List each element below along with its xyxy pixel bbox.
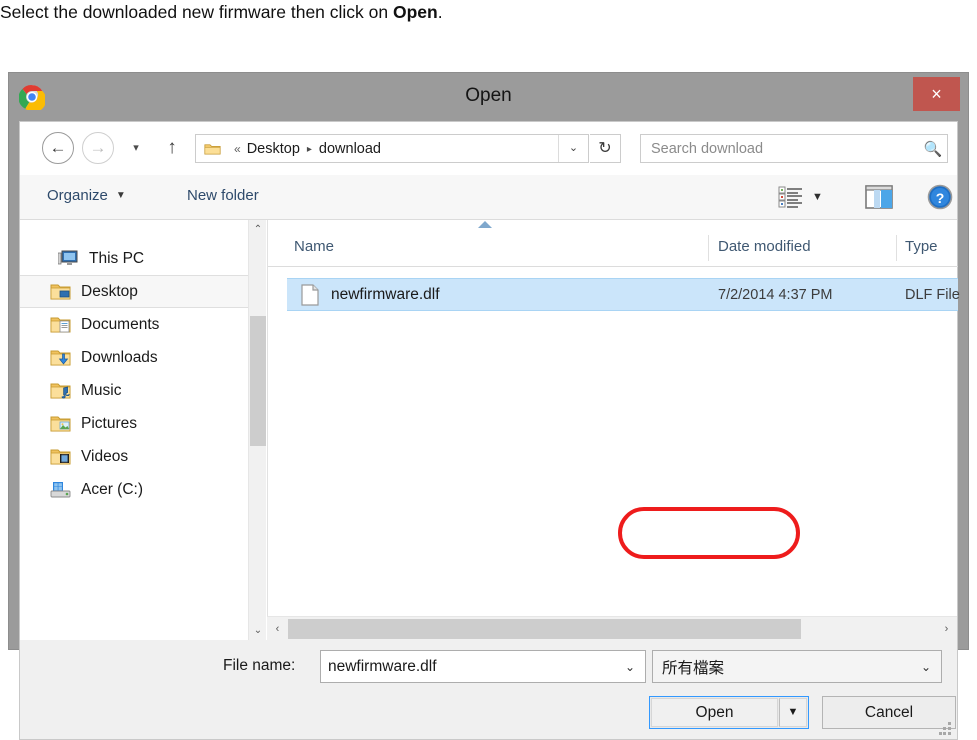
sidebar-item-music[interactable]: Music: [20, 374, 248, 407]
file-name-combobox[interactable]: ⌄: [320, 650, 646, 683]
column-header-type[interactable]: Type: [905, 238, 938, 255]
file-type-chevron-down-icon: ⌄: [920, 659, 932, 674]
caption-text-bold: Open: [393, 2, 438, 22]
sort-ascending-icon: [478, 221, 492, 228]
file-name-chevron-down-icon[interactable]: ⌄: [615, 660, 645, 674]
breadcrumb-separator-icon: ▸: [306, 143, 312, 155]
column-header-row: Name Date modified Type: [268, 221, 958, 267]
close-button[interactable]: ×: [913, 77, 960, 111]
sidebar-item-label: Acer (C:): [81, 480, 143, 498]
file-type-combobox[interactable]: 所有檔案 ⌄: [652, 650, 942, 683]
sidebar-item-label: Downloads: [81, 348, 158, 366]
address-dropdown-chevron-down-icon[interactable]: ⌄: [558, 135, 588, 162]
breadcrumb-item-download[interactable]: download: [319, 141, 381, 157]
sidebar-item-list: This PC Desktop Documents Downloads Music Pic…: [20, 242, 248, 506]
horizontal-scroll-thumb[interactable]: [288, 619, 801, 639]
dialog-client-area: ← → ▾ ↑ « Desktop ▸ download ⌄ ↻ 🔍 Organize…: [19, 121, 960, 641]
folder-pictures-icon: [50, 416, 71, 432]
sidebar-item-this-pc[interactable]: This PC: [20, 242, 248, 275]
dialog-footer: File name: ⌄ 所有檔案 ⌄ Open ▼ Cancel: [19, 640, 958, 740]
breadcrumb-prefix: «: [234, 141, 241, 156]
folder-icon: [204, 143, 221, 155]
sidebar-vertical-scrollbar[interactable]: ⌃ ⌄: [248, 220, 266, 641]
sidebar-scroll-thumb[interactable]: [250, 316, 266, 446]
resize-grip[interactable]: [939, 722, 952, 735]
hard-drive-icon: [50, 482, 71, 498]
sidebar-item-desktop[interactable]: Desktop: [20, 275, 248, 308]
view-mode-chevron-down-icon[interactable]: ▼: [812, 191, 823, 203]
caption-text-before: Select the downloaded new firmware then …: [0, 2, 393, 22]
scroll-down-icon[interactable]: ⌄: [249, 621, 267, 641]
toolbar: Organize ▼ New folder ▼ ?: [20, 175, 957, 220]
address-bar[interactable]: « Desktop ▸ download ⌄: [195, 134, 589, 163]
sidebar-item-pictures[interactable]: Pictures: [20, 407, 248, 440]
chevron-down-icon: ▼: [115, 190, 126, 201]
file-type-value: 所有檔案: [662, 659, 725, 677]
navigation-sidebar[interactable]: This PC Desktop Documents Downloads Music Pic…: [20, 220, 248, 641]
view-mode-icon[interactable]: [778, 185, 804, 209]
sidebar-item-label: This PC: [89, 249, 145, 267]
breadcrumb-item-desktop[interactable]: Desktop: [247, 141, 300, 157]
computer-icon: [58, 250, 78, 265]
recent-locations-chevron-down-icon[interactable]: ▾: [125, 139, 147, 157]
svg-text:?: ?: [936, 190, 945, 206]
search-box[interactable]: 🔍: [640, 134, 948, 163]
file-list-pane: Name Date modified Type newfirmware.dlf …: [267, 220, 960, 641]
column-divider[interactable]: [896, 235, 897, 261]
folder-documents-icon: [50, 317, 71, 333]
open-dropdown-chevron-down-icon[interactable]: ▼: [779, 698, 807, 727]
sidebar-item-label: Pictures: [81, 414, 137, 432]
back-icon[interactable]: ←: [42, 132, 74, 164]
folder-music-icon: [50, 383, 71, 399]
search-icon[interactable]: 🔍: [919, 140, 947, 158]
open-file-dialog: Open × ← → ▾ ↑ « Desktop ▸ download ⌄ ↻ 🔍: [8, 72, 969, 740]
preview-pane-icon[interactable]: [865, 184, 893, 210]
organize-button[interactable]: Organize ▼: [47, 187, 126, 204]
dialog-title: Open: [465, 85, 512, 106]
sidebar-item-downloads[interactable]: Downloads: [20, 341, 248, 374]
sidebar-item-acer-c[interactable]: Acer (C:): [20, 473, 248, 506]
file-list-horizontal-scrollbar[interactable]: ‹ ›: [267, 616, 957, 641]
sidebar-item-documents[interactable]: Documents: [20, 308, 248, 341]
breadcrumb[interactable]: « Desktop ▸ download: [228, 141, 558, 157]
cancel-button[interactable]: Cancel: [822, 696, 956, 729]
file-type-cell: DLF File: [905, 286, 960, 303]
sidebar-top-spacer: [20, 220, 248, 242]
organize-label: Organize: [47, 187, 108, 204]
sidebar-item-label: Desktop: [81, 282, 138, 300]
open-button[interactable]: Open: [651, 698, 778, 727]
search-input[interactable]: [641, 140, 919, 157]
dialog-titlebar: Open ×: [9, 73, 968, 121]
sidebar-item-label: Music: [81, 381, 122, 399]
navigation-bar: ← → ▾ ↑ « Desktop ▸ download ⌄ ↻ 🔍: [20, 122, 957, 175]
file-name-input[interactable]: [321, 656, 615, 677]
scroll-right-icon[interactable]: ›: [937, 617, 956, 641]
up-one-level-icon[interactable]: ↑: [160, 135, 184, 161]
file-name-cell: newfirmware.dlf: [331, 285, 440, 303]
column-divider[interactable]: [708, 235, 709, 261]
table-row[interactable]: newfirmware.dlf 7/2/2014 4:37 PM DLF Fil…: [287, 278, 960, 311]
sidebar-item-label: Videos: [81, 447, 129, 465]
open-split-button: Open ▼: [649, 696, 809, 729]
forward-icon[interactable]: →: [82, 132, 114, 164]
scroll-up-icon[interactable]: ⌃: [249, 220, 267, 240]
help-icon[interactable]: ?: [927, 184, 953, 210]
file-date-cell: 7/2/2014 4:37 PM: [718, 286, 833, 303]
folder-videos-icon: [50, 449, 71, 465]
new-folder-button[interactable]: New folder: [187, 187, 259, 204]
folder-downloads-icon: [50, 350, 71, 366]
file-name-label: File name:: [223, 657, 296, 674]
instruction-caption: Select the downloaded new firmware then …: [0, 0, 977, 36]
refresh-icon[interactable]: ↻: [590, 134, 621, 163]
sidebar-item-label: Documents: [81, 315, 160, 333]
folder-desktop-icon: [50, 284, 71, 300]
scroll-left-icon[interactable]: ‹: [268, 617, 287, 641]
file-generic-icon: [301, 283, 319, 306]
column-header-date-modified[interactable]: Date modified: [718, 238, 811, 255]
sidebar-item-videos[interactable]: Videos: [20, 440, 248, 473]
caption-text-after: .: [437, 2, 443, 22]
column-header-name[interactable]: Name: [294, 238, 334, 255]
